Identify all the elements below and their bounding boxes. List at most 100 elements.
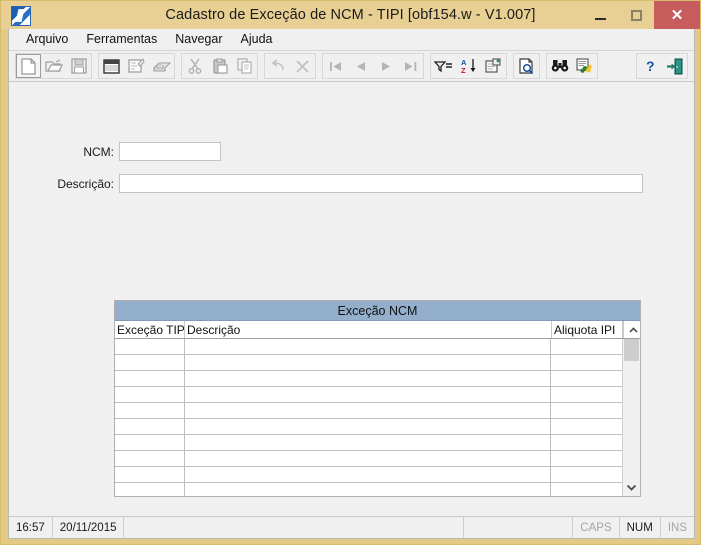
cut-button[interactable] — [182, 54, 207, 78]
table-cell[interactable] — [185, 467, 551, 482]
table-cell[interactable] — [551, 419, 622, 434]
exit-button[interactable] — [662, 54, 687, 78]
table-cell[interactable] — [115, 467, 185, 482]
undo-button[interactable] — [265, 54, 290, 78]
table-cell[interactable] — [185, 339, 551, 354]
table-cell[interactable] — [185, 451, 551, 466]
search-button[interactable] — [547, 54, 572, 78]
excecao-ncm-grid: Exceção NCM Exceção TIPI Descrição Aliqu… — [114, 300, 641, 497]
table-cell[interactable] — [115, 371, 185, 386]
save-button[interactable] — [66, 54, 91, 78]
advanced-search-button[interactable] — [572, 54, 597, 78]
cube-stack-icon — [152, 59, 171, 73]
properties-button[interactable] — [124, 54, 149, 78]
cancel-button[interactable] — [290, 54, 315, 78]
cube-stack-button[interactable] — [149, 54, 174, 78]
grid-column-header-excecao-tipi[interactable]: Exceção TIPI — [115, 321, 185, 338]
report-button[interactable] — [481, 54, 506, 78]
grid-column-header-descricao[interactable]: Descrição — [185, 321, 552, 338]
table-cell[interactable] — [185, 403, 551, 418]
table-cell[interactable] — [115, 483, 185, 496]
filter-funnel-icon — [434, 59, 453, 73]
open-folder-icon — [44, 58, 63, 74]
help-button[interactable]: ? — [637, 54, 662, 78]
table-cell[interactable] — [115, 419, 185, 434]
table-cell[interactable] — [551, 451, 622, 466]
table-row[interactable] — [115, 419, 622, 435]
table-cell[interactable] — [185, 483, 551, 496]
window-list-icon — [103, 58, 120, 74]
go-last-button[interactable] — [398, 54, 423, 78]
toolbar-group-edit — [181, 53, 258, 79]
table-row[interactable] — [115, 355, 622, 371]
table-cell[interactable] — [551, 435, 622, 450]
copy-button[interactable] — [232, 54, 257, 78]
status-indicator-ins: INS — [667, 521, 687, 534]
clipboard-paste-icon — [212, 58, 228, 74]
grid-scroll-up-header[interactable] — [623, 321, 640, 338]
application-window: Cadastro de Exceção de NCM - TIPI [obf15… — [0, 0, 701, 545]
table-cell[interactable] — [551, 403, 622, 418]
print-preview-button[interactable] — [514, 54, 539, 78]
table-row[interactable] — [115, 339, 622, 355]
table-cell[interactable] — [551, 355, 622, 370]
table-cell[interactable] — [115, 355, 185, 370]
table-cell[interactable] — [551, 339, 622, 354]
status-indicator-num: NUM — [620, 517, 661, 538]
table-row[interactable] — [115, 371, 622, 387]
table-row[interactable] — [115, 403, 622, 419]
menu-arquivo[interactable]: Arquivo — [17, 30, 77, 49]
grid-rows-container[interactable] — [115, 339, 622, 496]
new-document-button[interactable] — [16, 54, 41, 78]
sort-az-button[interactable]: A Z — [456, 54, 481, 78]
table-cell[interactable] — [551, 467, 622, 482]
help-question-icon: ? — [643, 58, 657, 74]
table-cell[interactable] — [185, 387, 551, 402]
paste-button[interactable] — [207, 54, 232, 78]
menu-ferramentas[interactable]: Ferramentas — [77, 30, 166, 49]
grid-vertical-scrollbar[interactable] — [622, 339, 640, 496]
table-cell[interactable] — [115, 435, 185, 450]
close-icon: ✕ — [670, 7, 684, 24]
filter-button[interactable] — [431, 54, 456, 78]
menu-ajuda[interactable]: Ajuda — [232, 30, 282, 49]
exit-door-icon — [666, 58, 683, 75]
go-previous-button[interactable] — [348, 54, 373, 78]
table-row[interactable] — [115, 387, 622, 403]
table-cell[interactable] — [551, 483, 622, 496]
table-cell[interactable] — [115, 451, 185, 466]
go-next-button[interactable] — [373, 54, 398, 78]
open-folder-button[interactable] — [41, 54, 66, 78]
toolbar-group-navigation — [322, 53, 424, 79]
table-cell[interactable] — [185, 419, 551, 434]
maximize-button[interactable] — [618, 1, 654, 29]
table-row[interactable] — [115, 483, 622, 496]
toolbar-group-search — [546, 53, 598, 79]
go-first-button[interactable] — [323, 54, 348, 78]
minimize-button[interactable] — [582, 1, 618, 29]
descricao-input[interactable] — [119, 174, 643, 193]
table-cell[interactable] — [185, 355, 551, 370]
scrollbar-down-button[interactable] — [623, 479, 640, 496]
menu-navegar[interactable]: Navegar — [166, 30, 231, 49]
report-window-icon — [485, 58, 502, 74]
maximize-icon — [630, 9, 642, 21]
table-cell[interactable] — [185, 435, 551, 450]
ncm-label: NCM: — [83, 144, 114, 159]
scrollbar-thumb[interactable] — [624, 339, 639, 361]
toolbar-group-file — [15, 53, 92, 79]
table-row[interactable] — [115, 435, 622, 451]
grid-column-header-aliquota-ipi[interactable]: Aliquota IPI — [552, 321, 623, 338]
window-list-button[interactable] — [99, 54, 124, 78]
scrollbar-track[interactable] — [623, 339, 640, 479]
table-cell[interactable] — [115, 387, 185, 402]
close-button[interactable]: ✕ — [654, 1, 700, 29]
table-cell[interactable] — [115, 403, 185, 418]
table-cell[interactable] — [551, 387, 622, 402]
table-cell[interactable] — [551, 371, 622, 386]
table-cell[interactable] — [185, 371, 551, 386]
table-row[interactable] — [115, 451, 622, 467]
ncm-input[interactable] — [119, 142, 221, 161]
table-row[interactable] — [115, 467, 622, 483]
table-cell[interactable] — [115, 339, 185, 354]
